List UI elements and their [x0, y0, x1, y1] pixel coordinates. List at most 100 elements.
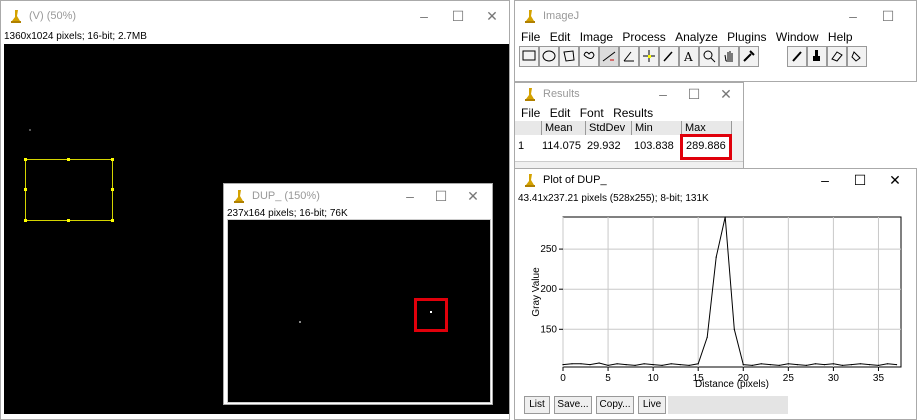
minimize-button[interactable]: – — [840, 6, 866, 26]
magnifier-tool-icon[interactable] — [699, 46, 719, 67]
vertical-scrollbar[interactable] — [732, 121, 743, 161]
status-field — [668, 396, 788, 414]
roi-handle[interactable] — [67, 219, 70, 222]
x-tick-label: 0 — [560, 373, 566, 384]
maximize-button[interactable]: ☐ — [445, 6, 471, 26]
line-profile-plot[interactable]: 0 5 10 15 20 25 30 35150200250 Distance (pixels… — [515, 204, 916, 404]
plot-button-bar: List Save... Copy... Live — [524, 396, 914, 414]
menu-edit[interactable]: Edit — [550, 106, 571, 120]
table-header — [515, 121, 542, 135]
polygon-tool-icon[interactable] — [559, 46, 579, 67]
imagej-microscope-icon — [11, 10, 21, 23]
menu-help[interactable]: Help — [828, 30, 853, 44]
title-bar[interactable]: DUP_ (150%) – ☐ ✕ — [224, 184, 492, 208]
menu-analyze[interactable]: Analyze — [675, 30, 718, 44]
toolbar: A — [519, 46, 914, 68]
menu-bar: File Edit Image Process Analyze Plugins … — [521, 30, 916, 44]
imagej-microscope-icon — [525, 174, 535, 187]
roi-handle[interactable] — [111, 219, 114, 222]
copy-button[interactable]: Copy... — [596, 396, 634, 414]
image-info: 1360x1024 pixels; 16-bit; 2.7MB — [4, 31, 147, 42]
image-canvas[interactable] — [227, 219, 491, 403]
freehand-tool-icon[interactable] — [579, 46, 599, 67]
title-bar[interactable]: ImageJ – ☐ — [515, 1, 916, 29]
menu-file[interactable]: File — [521, 30, 540, 44]
table-header[interactable]: Max — [682, 121, 732, 135]
minimize-button[interactable]: – — [411, 6, 437, 26]
results-menu-bar: File Edit Font Results — [521, 106, 743, 120]
rectangle-tool-icon[interactable] — [519, 46, 539, 67]
plot-window[interactable]: Plot of DUP_ – ☐ ✕ 43.41x237.21 pixels (… — [514, 168, 917, 420]
y-axis-label: Gray Value — [531, 267, 542, 317]
text-tool-icon[interactable]: A — [679, 46, 699, 67]
menu-file[interactable]: File — [521, 106, 540, 120]
window-title: Results — [543, 88, 580, 100]
minimize-button[interactable]: – — [397, 186, 423, 206]
menu-process[interactable]: Process — [622, 30, 665, 44]
title-bar[interactable]: (V) (50%) – ☐ ✕ — [1, 1, 509, 31]
results-window[interactable]: Results – ☐ ✕ File Edit Font Results Mea… — [514, 82, 744, 172]
minimize-button[interactable]: – — [650, 84, 676, 104]
image-window-dup[interactable]: DUP_ (150%) – ☐ ✕ 237x164 pixels; 16-bit… — [223, 183, 493, 405]
maximize-button[interactable]: ☐ — [875, 6, 901, 26]
x-tick-label: 30 — [828, 373, 840, 384]
rectangle-roi[interactable] — [24, 158, 114, 222]
plot-info: 43.41x237.21 pixels (528x255); 8-bit; 13… — [518, 193, 709, 204]
table-header[interactable]: StdDev — [586, 121, 632, 135]
roi-handle[interactable] — [67, 158, 70, 161]
save-button[interactable]: Save... — [554, 396, 592, 414]
x-axis-label: Distance (pixels) — [695, 379, 769, 390]
svg-text:A: A — [683, 50, 693, 63]
roi-handle[interactable] — [111, 158, 114, 161]
list-button[interactable]: List — [524, 396, 550, 414]
speck — [299, 321, 301, 323]
menu-edit[interactable]: Edit — [550, 30, 571, 44]
live-button[interactable]: Live — [638, 396, 666, 414]
title-bar[interactable]: Results – ☐ ✕ — [515, 83, 743, 105]
minimize-button[interactable]: – — [812, 170, 838, 190]
oval-tool-icon[interactable] — [539, 46, 559, 67]
y-tick-label: 200 — [540, 284, 557, 295]
menu-window[interactable]: Window — [776, 30, 819, 44]
maximize-button[interactable]: ☐ — [847, 170, 873, 190]
close-button[interactable]: ✕ — [460, 186, 486, 206]
menu-font[interactable]: Font — [580, 106, 604, 120]
window-title: ImageJ — [543, 10, 580, 22]
results-table: Mean StdDev Min Max 1 114.075 29.932 103… — [515, 121, 743, 171]
image-info: 237x164 pixels; 16-bit; 76K — [227, 208, 348, 219]
roi-handle[interactable] — [111, 188, 114, 191]
roi-handle[interactable] — [24, 188, 27, 191]
point-tool-icon[interactable] — [639, 46, 659, 67]
window-title: DUP_ (150%) — [252, 190, 320, 202]
table-header[interactable]: Mean — [542, 121, 586, 135]
imagej-microscope-icon — [525, 88, 535, 101]
roi-handle[interactable] — [24, 219, 27, 222]
dropper-tool-icon[interactable] — [739, 46, 759, 67]
hand-tool-icon[interactable] — [719, 46, 739, 67]
plot-frame — [562, 216, 902, 368]
highlight-box — [414, 298, 448, 332]
roi-handle[interactable] — [24, 158, 27, 161]
y-tick-label: 250 — [540, 244, 557, 255]
maximize-button[interactable]: ☐ — [428, 186, 454, 206]
x-tick-label: 35 — [873, 373, 885, 384]
brush-tool-icon[interactable] — [807, 46, 827, 67]
window-title: Plot of DUP_ — [543, 174, 607, 186]
eraser-tool-icon[interactable] — [827, 46, 847, 67]
maximize-button[interactable]: ☐ — [681, 84, 707, 104]
line-tool-icon[interactable] — [599, 46, 619, 67]
title-bar[interactable]: Plot of DUP_ – ☐ ✕ — [515, 169, 916, 191]
table-header[interactable]: Min — [632, 121, 682, 135]
pencil-tool-icon[interactable] — [787, 46, 807, 67]
wand-tool-icon[interactable] — [659, 46, 679, 67]
menu-plugins[interactable]: Plugins — [727, 30, 766, 44]
angle-tool-icon[interactable] — [619, 46, 639, 67]
close-button[interactable]: ✕ — [882, 170, 908, 190]
imagej-main-window[interactable]: ImageJ – ☐ File Edit Image Process Analy… — [514, 0, 917, 82]
close-button[interactable]: ✕ — [479, 6, 505, 26]
close-button[interactable]: ✕ — [713, 84, 739, 104]
flood-fill-tool-icon[interactable] — [847, 46, 867, 67]
menu-image[interactable]: Image — [580, 30, 613, 44]
table-cell: 103.838 — [634, 140, 674, 152]
menu-results[interactable]: Results — [613, 106, 653, 120]
